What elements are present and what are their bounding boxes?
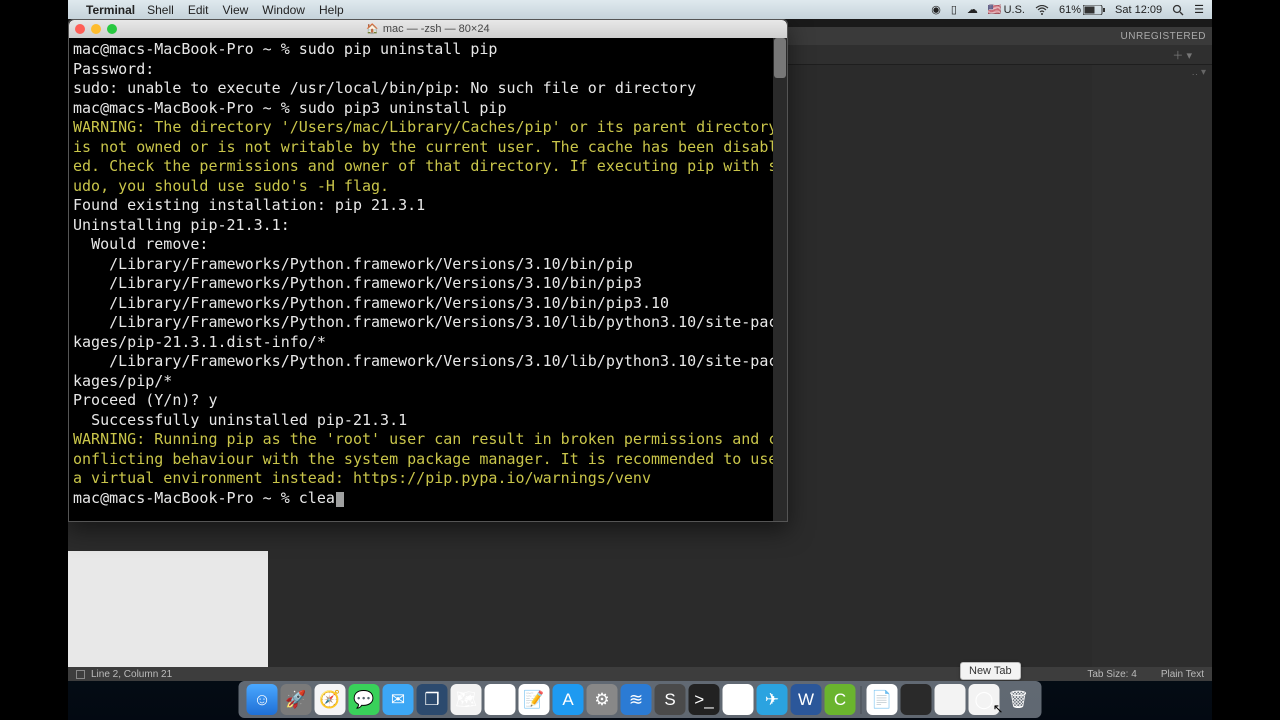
term-warning: WARNING: Running pip as the 'root' user … [73,430,786,487]
home-icon: 🏠 [366,24,378,35]
wifi-icon[interactable] [1035,5,1049,15]
launchpad-icon[interactable]: 🚀 [281,684,312,715]
minimap-controls-icon[interactable]: ‥ ▾ [1192,67,1206,78]
window-controls[interactable] [75,24,117,34]
minimize-icon[interactable] [91,24,101,34]
term-line: Found existing installation: pip 21.3.1 [73,196,425,214]
vscode-icon[interactable]: ≋ [621,684,652,715]
appstore-icon[interactable]: A [553,684,584,715]
menu-help[interactable]: Help [319,3,344,17]
menubar[interactable]: Terminal Shell Edit View Window Help ◉ ▯… [68,0,1212,19]
menu-shell[interactable]: Shell [147,3,174,17]
term-line: /Library/Frameworks/Python.framework/Ver… [73,274,642,292]
telegram-icon[interactable]: ✈ [757,684,788,715]
term-line: sudo: unable to execute /usr/local/bin/p… [73,79,696,97]
messages-icon[interactable]: 💬 [349,684,380,715]
term-prompt-line: mac@macs-MacBook-Pro ~ % clea [73,489,335,507]
terminal-title: mac — -zsh — 80×24 [383,23,490,35]
term-line: Uninstalling pip-21.3.1: [73,216,290,234]
word-icon[interactable]: W [791,684,822,715]
dock-separator [861,686,862,714]
status-device-icon[interactable]: ▯ [951,3,957,16]
editor-minimap[interactable]: ‥ ▾ [1092,65,1212,667]
safari-icon[interactable]: 🧭 [315,684,346,715]
editor-new-tab-button[interactable]: ＋ ▾ [1172,47,1192,63]
virtualbox-icon[interactable]: ❒ [417,684,448,715]
status-circle-icon[interactable]: ◉ [931,3,941,16]
dock-tray[interactable]: ☺🚀🧭💬✉❒🗺✿📝A⚙≋S>_◯✈WC 📄 ◯↖🗑 [239,681,1042,718]
clock[interactable]: Sat 12:09 [1115,4,1162,16]
notes-icon[interactable]: 📝 [519,684,550,715]
trash-icon[interactable]: 🗑 [1003,684,1034,715]
terminal-content[interactable]: mac@macs-MacBook-Pro ~ % sudo pip uninst… [69,38,787,521]
terminal-window[interactable]: 🏠 mac — -zsh — 80×24 mac@macs-MacBook-Pro… [68,19,788,522]
cursor-icon [336,492,344,507]
status-language[interactable]: Plain Text [1161,669,1204,680]
close-icon[interactable] [75,24,85,34]
editor-thumbnail-panel [68,551,268,681]
term-line: Password: [73,60,154,78]
term-line: mac@macs-MacBook-Pro ~ % sudo pip3 unins… [73,99,506,117]
term-line: Proceed (Y/n)? y [73,391,218,409]
chrome-newtab-icon[interactable]: ◯↖ [969,684,1000,715]
unregistered-label: UNREGISTERED [1121,31,1206,42]
finder-icon[interactable]: ☺ [247,684,278,715]
terminal-icon[interactable]: >_ [689,684,720,715]
document-icon[interactable]: 📄 [867,684,898,715]
term-line: Would remove: [73,235,208,253]
photos-icon[interactable]: ✿ [485,684,516,715]
battery-status[interactable]: 61% [1059,4,1105,16]
input-source[interactable]: 🇺🇸 U.S. [988,3,1025,16]
term-warning: WARNING: The directory '/Users/mac/Libra… [73,118,786,195]
dock: ☺🚀🧭💬✉❒🗺✿📝A⚙≋S>_◯✈WC 📄 ◯↖🗑 [68,681,1212,720]
settings-icon[interactable]: ⚙ [587,684,618,715]
term-line: /Library/Frameworks/Python.framework/Ver… [73,313,777,351]
term-line: /Library/Frameworks/Python.framework/Ver… [73,352,777,390]
maps-icon[interactable]: 🗺 [451,684,482,715]
terminal-scrollbar[interactable] [773,38,787,521]
menu-window[interactable]: Window [262,3,305,17]
light-window-icon[interactable] [935,684,966,715]
mail-icon[interactable]: ✉ [383,684,414,715]
zoom-icon[interactable] [107,24,117,34]
editor-statusbar: Line 2, Column 21 Tab Size: 4 Plain Text [68,667,1212,681]
status-tabsize[interactable]: Tab Size: 4 [1087,669,1136,680]
spotlight-icon[interactable] [1172,4,1184,16]
dark-window-icon[interactable] [901,684,932,715]
term-line: Successfully uninstalled pip-21.3.1 [73,411,407,429]
sublime-icon[interactable]: S [655,684,686,715]
app-menu[interactable]: Terminal [86,3,135,17]
term-line: mac@macs-MacBook-Pro ~ % sudo pip uninst… [73,40,497,58]
status-checkbox-icon[interactable] [76,670,85,679]
menubar-right: ◉ ▯ ☁ 🇺🇸 U.S. 61% Sat 12:09 ☰ [931,3,1212,16]
scrollbar-thumb[interactable] [774,38,786,78]
status-position: Line 2, Column 21 [91,669,172,680]
menu-edit[interactable]: Edit [188,3,209,17]
term-line: /Library/Frameworks/Python.framework/Ver… [73,294,669,312]
menu-view[interactable]: View [223,3,249,17]
dock-tooltip: New Tab [960,662,1021,680]
chrome-icon[interactable]: ◯ [723,684,754,715]
terminal-titlebar[interactable]: 🏠 mac — -zsh — 80×24 [69,20,787,38]
camtasia-icon[interactable]: C [825,684,856,715]
status-cloud-icon[interactable]: ☁ [967,3,978,16]
control-center-icon[interactable]: ☰ [1194,3,1204,16]
term-line: /Library/Frameworks/Python.framework/Ver… [73,255,633,273]
